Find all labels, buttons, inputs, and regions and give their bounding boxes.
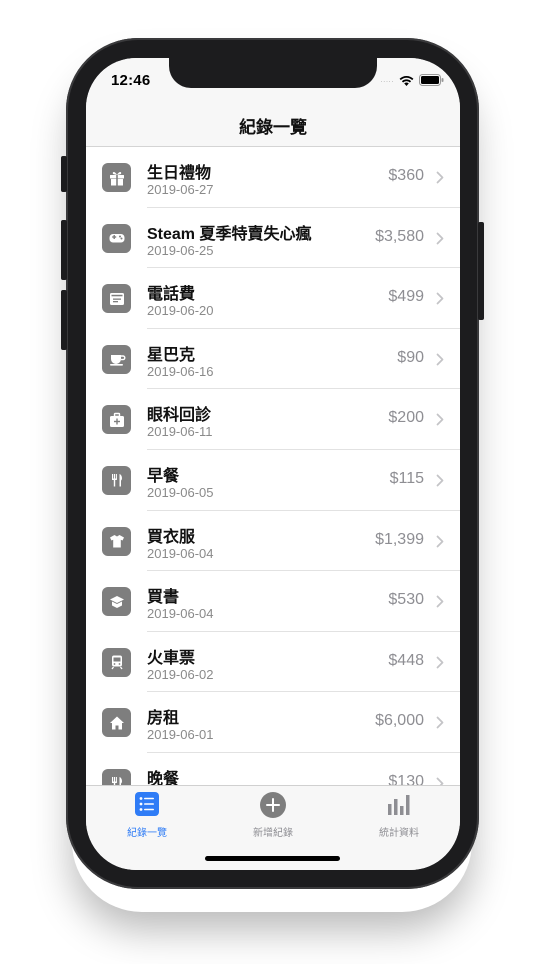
record-date: 2019-06-16 (147, 363, 214, 379)
record-date: 2019-06-11 (147, 424, 213, 440)
record-amount: $530 (388, 591, 424, 609)
chevron-right-icon (436, 656, 444, 669)
signal-icon: ..... (380, 75, 394, 84)
list-item[interactable]: 早餐 2019-06-05 $115 (86, 450, 460, 511)
list-item[interactable]: 晚餐 $130 (86, 753, 460, 787)
tshirt-icon (102, 526, 131, 556)
record-title: 電話費 (147, 286, 196, 304)
volume-up-button (61, 220, 67, 280)
list-item[interactable]: 生日禮物 2019-06-27 $360 (86, 147, 460, 208)
chevron-right-icon (436, 716, 444, 729)
list-item[interactable]: 房租 2019-06-01 $6,000 (86, 692, 460, 753)
record-title: 房租 (147, 710, 180, 728)
record-title: 買衣服 (147, 528, 196, 546)
status-time: 12:46 (111, 72, 151, 89)
record-date: 2019-06-05 (147, 484, 214, 500)
list-item[interactable]: 買書 2019-06-04 $530 (86, 571, 460, 632)
list-item[interactable]: 星巴克 2019-06-16 $90 (86, 329, 460, 390)
screen: 紀錄一覽 12:46 ..... 生日禮物 2019-06-27 $360 St… (86, 58, 460, 870)
list-item[interactable]: 買衣服 2019-06-04 $1,399 (86, 511, 460, 572)
records-list: 生日禮物 2019-06-27 $360 Steam 夏季特賣失心瘋 2019-… (86, 147, 460, 787)
list-item[interactable]: 眼科回診 2019-06-11 $200 (86, 389, 460, 450)
list-item[interactable]: 電話費 2019-06-20 $499 (86, 268, 460, 329)
chevron-right-icon (436, 595, 444, 608)
record-title: 火車票 (147, 649, 196, 667)
record-date: 2019-06-02 (147, 666, 214, 682)
battery-icon (419, 74, 444, 86)
record-title: 買書 (147, 589, 180, 607)
record-amount: $1,399 (375, 530, 424, 548)
list-item[interactable]: 火車票 2019-06-02 $448 (86, 632, 460, 693)
chevron-right-icon (436, 535, 444, 547)
coffee-icon (102, 344, 131, 374)
mute-switch (61, 156, 67, 192)
record-amount: $448 (388, 651, 424, 669)
home-icon (102, 708, 131, 738)
record-amount: $499 (388, 288, 424, 306)
tab-label: 新增紀錄 (253, 828, 293, 839)
record-date: 2019-06-20 (147, 303, 214, 319)
record-amount: $115 (389, 469, 424, 487)
record-title: 早餐 (147, 467, 180, 485)
record-title: 星巴克 (147, 346, 196, 364)
record-title: Steam 夏季特賣失心瘋 (147, 225, 312, 243)
list-item[interactable]: Steam 夏季特賣失心瘋 2019-06-25 $3,580 (86, 208, 460, 269)
tab-label: 紀錄一覽 (127, 828, 167, 839)
page-title: 紀錄一覽 (239, 118, 307, 137)
chevron-right-icon (436, 413, 444, 426)
medkit-icon (102, 405, 131, 435)
record-date: 2019-06-04 (147, 545, 214, 561)
tab-add-record[interactable]: 新增紀錄 (218, 792, 328, 839)
status-indicators: ..... (380, 74, 444, 86)
record-title: 生日禮物 (147, 165, 212, 182)
record-date: 2019-06-04 (147, 606, 214, 622)
record-amount: $200 (388, 409, 424, 427)
record-title: 晚餐 (147, 770, 180, 787)
chevron-right-icon (436, 353, 444, 366)
utensils-icon (102, 465, 131, 495)
power-button (478, 222, 484, 320)
record-amount: $360 (388, 167, 424, 184)
add-circle-icon (260, 792, 286, 818)
chevron-right-icon (436, 474, 444, 487)
chevron-right-icon (436, 292, 444, 305)
bar-chart-icon (388, 795, 410, 815)
record-title: 眼科回診 (147, 407, 212, 425)
volume-down-button (61, 290, 67, 350)
tab-label: 統計資料 (379, 828, 419, 839)
gift-icon (102, 163, 131, 192)
tab-statistics[interactable]: 統計資料 (344, 792, 454, 839)
record-amount: $90 (397, 348, 424, 366)
chevron-right-icon (436, 171, 444, 184)
record-amount: $6,000 (375, 712, 424, 730)
train-icon (102, 647, 131, 677)
record-date: 2019-06-25 (147, 242, 214, 258)
home-indicator[interactable] (205, 856, 340, 861)
tab-records[interactable]: 紀錄一覽 (92, 792, 202, 839)
list-icon (135, 792, 159, 816)
book-icon (102, 587, 131, 617)
chevron-right-icon (436, 232, 444, 244)
record-date: 2019-06-27 (147, 182, 214, 197)
notch (169, 58, 377, 88)
gamepad-icon (102, 223, 131, 253)
record-amount: $3,580 (375, 227, 424, 245)
record-date: 2019-06-01 (147, 727, 214, 743)
bill-icon (102, 284, 131, 314)
wifi-icon (399, 75, 414, 86)
tab-bar: 紀錄一覽 新增紀錄 統計資料 (86, 785, 460, 870)
